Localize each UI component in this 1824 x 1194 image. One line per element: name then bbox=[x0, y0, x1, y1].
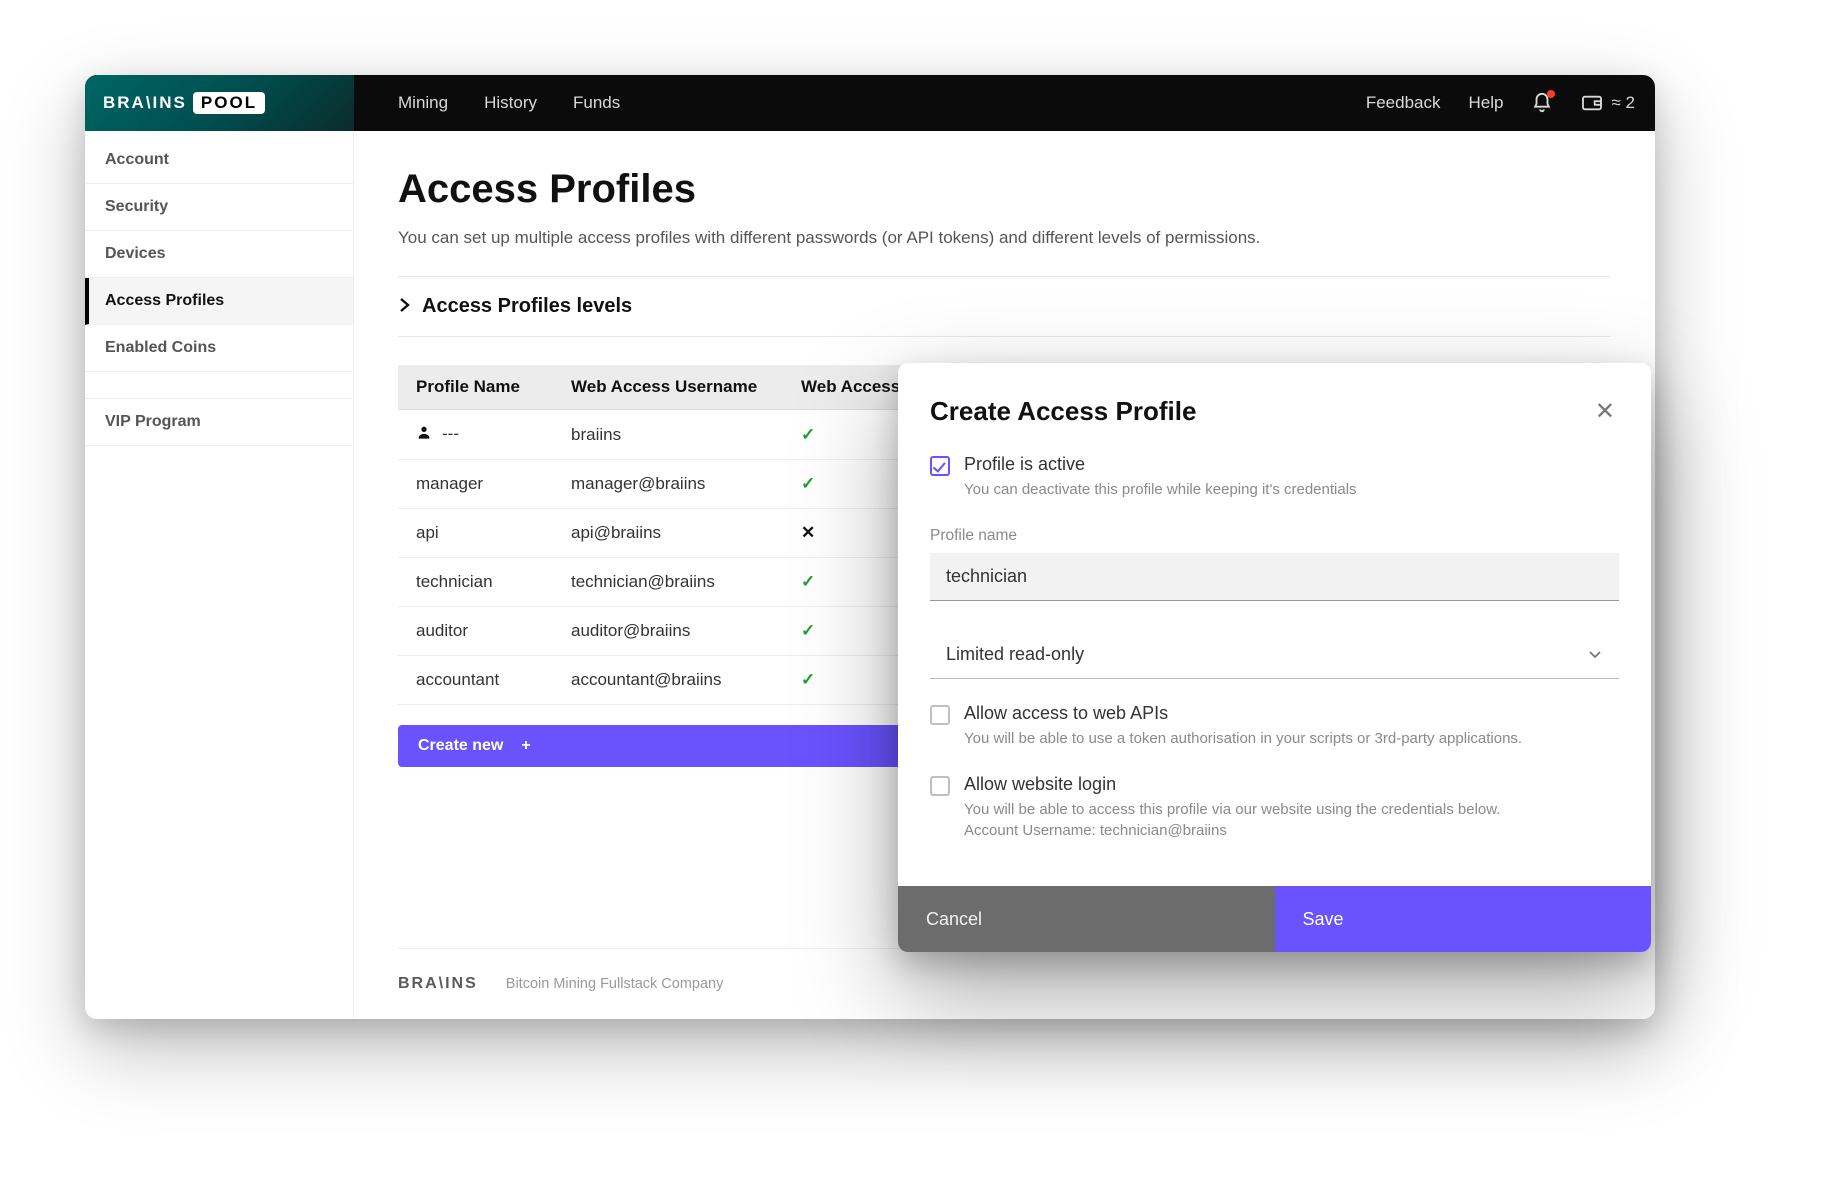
sidebar-item-access-profiles[interactable]: Access Profiles bbox=[85, 278, 353, 325]
page-title: Access Profiles bbox=[398, 167, 1611, 212]
top-nav: Mining History Funds bbox=[398, 93, 620, 113]
cell-profile-name: manager bbox=[398, 460, 553, 509]
check-icon: ✓ bbox=[801, 621, 815, 640]
nav-history[interactable]: History bbox=[484, 93, 537, 113]
titlebar: BRA\INS POOL Mining History Funds Feedba… bbox=[85, 75, 1655, 131]
plus-icon: + bbox=[521, 737, 530, 755]
check-icon: ✓ bbox=[801, 474, 815, 493]
cell-profile-name: accountant bbox=[398, 656, 553, 705]
allow-web-login-desc-2: Account Username: technician@braiins bbox=[964, 822, 1227, 839]
create-new-label: Create new bbox=[418, 737, 503, 755]
profile-active-checkbox[interactable] bbox=[930, 456, 950, 476]
profile-active-label: Profile is active bbox=[964, 454, 1357, 475]
wallet-icon bbox=[1581, 94, 1603, 112]
titlebar-right: Feedback Help ≈ 2 bbox=[1366, 92, 1635, 114]
profile-active-desc: You can deactivate this profile while ke… bbox=[964, 479, 1357, 501]
th-profile-name: Profile Name bbox=[398, 365, 553, 410]
profile-name-label: Profile name bbox=[930, 527, 1619, 545]
notification-dot-icon bbox=[1547, 90, 1555, 98]
brand-text-left: BRA\INS bbox=[103, 93, 187, 113]
levels-toggle-label: Access Profiles levels bbox=[422, 295, 632, 318]
permission-level-select[interactable]: Limited read-only bbox=[930, 631, 1619, 679]
cross-icon: ✕ bbox=[801, 523, 815, 542]
modal-close-button[interactable]: ✕ bbox=[1591, 393, 1619, 430]
cell-username: manager@braiins bbox=[553, 460, 783, 509]
allow-web-login-desc-1: You will be able to access this profile … bbox=[964, 801, 1500, 818]
footer: BRA\INS Bitcoin Mining Fullstack Company bbox=[398, 948, 1611, 1019]
allow-api-label: Allow access to web APIs bbox=[964, 703, 1522, 724]
brand-logo: BRA\INS POOL bbox=[85, 75, 354, 131]
cancel-label: Cancel bbox=[926, 909, 982, 930]
cell-username: auditor@braiins bbox=[553, 607, 783, 656]
sidebar-item-security[interactable]: Security bbox=[85, 184, 353, 231]
page-subtitle: You can set up multiple access profiles … bbox=[398, 228, 1611, 277]
sidebar-item-enabled-coins[interactable]: Enabled Coins bbox=[85, 325, 353, 372]
profile-name-input[interactable] bbox=[930, 553, 1619, 601]
wallet-balance-value: ≈ 2 bbox=[1611, 93, 1635, 113]
sidebar-item-devices[interactable]: Devices bbox=[85, 231, 353, 278]
chevron-right-icon bbox=[398, 295, 410, 318]
modal-title: Create Access Profile bbox=[930, 396, 1196, 427]
cell-username: api@braiins bbox=[553, 509, 783, 558]
save-label: Save bbox=[1303, 909, 1344, 930]
allow-api-desc: You will be able to use a token authoris… bbox=[964, 728, 1522, 750]
brand-text-pill: POOL bbox=[193, 92, 265, 114]
sidebar-item-account[interactable]: Account bbox=[85, 137, 353, 184]
access-profiles-levels-toggle[interactable]: Access Profiles levels bbox=[398, 277, 1611, 337]
footer-logo: BRA\INS bbox=[398, 975, 478, 993]
cancel-button[interactable]: Cancel bbox=[898, 886, 1275, 952]
nav-mining[interactable]: Mining bbox=[398, 93, 448, 113]
cell-profile-name: api bbox=[398, 509, 553, 558]
notifications-button[interactable] bbox=[1531, 92, 1553, 114]
help-link[interactable]: Help bbox=[1469, 93, 1504, 113]
save-button[interactable]: Save bbox=[1275, 886, 1652, 952]
nav-funds[interactable]: Funds bbox=[573, 93, 620, 113]
footer-tagline: Bitcoin Mining Fullstack Company bbox=[506, 976, 724, 992]
close-icon: ✕ bbox=[1595, 398, 1615, 425]
user-icon bbox=[416, 425, 432, 444]
allow-web-login-label: Allow website login bbox=[964, 774, 1500, 795]
cell-username: accountant@braiins bbox=[553, 656, 783, 705]
cell-profile-name: technician bbox=[398, 558, 553, 607]
cell-profile-name: --- bbox=[398, 410, 553, 460]
check-icon: ✓ bbox=[801, 670, 815, 689]
sidebar-item-vip-program[interactable]: VIP Program bbox=[85, 398, 353, 446]
create-profile-modal: Create Access Profile ✕ Profile is activ… bbox=[898, 363, 1651, 952]
cell-username: technician@braiins bbox=[553, 558, 783, 607]
check-icon: ✓ bbox=[801, 572, 815, 591]
allow-api-checkbox[interactable] bbox=[930, 705, 950, 725]
check-icon: ✓ bbox=[801, 425, 815, 444]
wallet-balance[interactable]: ≈ 2 bbox=[1581, 93, 1635, 113]
permission-level-value: Limited read-only bbox=[946, 644, 1587, 665]
chevron-down-icon bbox=[1587, 646, 1603, 662]
allow-web-login-checkbox[interactable] bbox=[930, 776, 950, 796]
sidebar: Account Security Devices Access Profiles… bbox=[85, 131, 354, 1019]
th-username: Web Access Username bbox=[553, 365, 783, 410]
feedback-link[interactable]: Feedback bbox=[1366, 93, 1441, 113]
cell-username: braiins bbox=[553, 410, 783, 460]
cell-profile-name: auditor bbox=[398, 607, 553, 656]
